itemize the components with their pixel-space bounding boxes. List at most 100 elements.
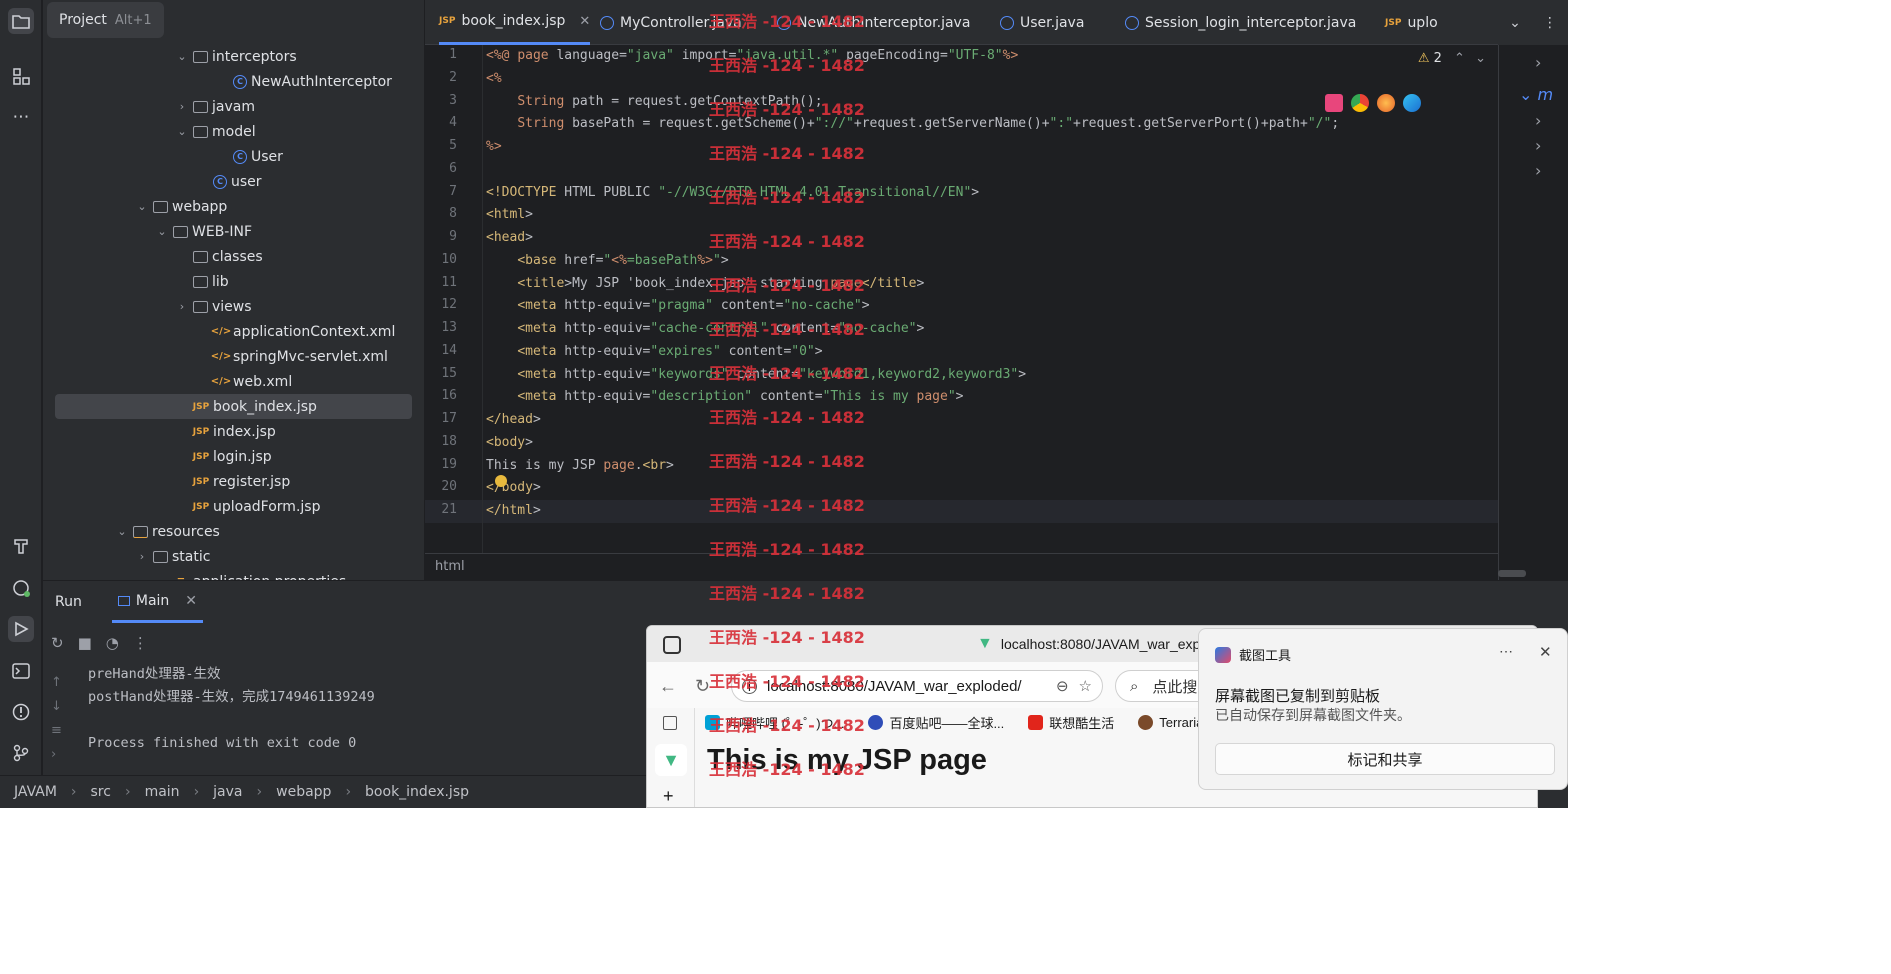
services-icon[interactable] [8,575,34,601]
next-highlight-icon[interactable]: ⌄ [1475,51,1486,66]
refresh-icon[interactable]: ↻ [695,676,710,697]
tab-actions-icon[interactable] [663,716,677,730]
run-icon[interactable] [8,616,34,642]
problems-icon[interactable] [8,699,34,725]
tree-item[interactable]: </> applicationContext.xml [43,319,424,344]
editor-tab[interactable]: JSP uplo [1385,0,1438,45]
project-header[interactable]: Project Alt+1 [47,2,164,38]
folder-icon [193,275,208,288]
chevron-down-icon[interactable]: ⌄ [135,200,149,213]
tree-item[interactable]: JSP index.jsp [43,419,424,444]
tree-item[interactable]: </> web.xml [43,369,424,394]
tree-item[interactable]: </> springMvc-servlet.xml [43,344,424,369]
tree-item[interactable]: › static [43,544,424,569]
bookmark-item[interactable]: 联想酷生活 [1028,713,1114,732]
breadcrumb-item[interactable]: java [213,784,242,800]
favorite-star-icon[interactable]: ☆ [1079,677,1092,695]
soft-wrap-icon[interactable]: ≡ [51,719,71,743]
scroll-down-icon[interactable]: ↓ [51,695,71,719]
chevron-down-icon[interactable]: ⌄ [175,50,189,63]
chevron-down-icon[interactable]: ⌄ [115,525,129,538]
breadcrumb-item[interactable]: book_index.jsp [365,784,469,800]
watermark-text: 王西浩 -124 - 1482 [709,188,865,207]
folder-icon [153,200,168,213]
tree-item[interactable]: ⌄ model [43,119,424,144]
close-icon[interactable]: ✕ [579,14,590,29]
chevron-right-icon[interactable]: › [175,100,189,113]
chevron-right-icon[interactable]: › [135,550,149,563]
tree-item[interactable]: C NewAuthInterceptor [43,69,424,94]
intellij-browser-icon[interactable] [1325,94,1343,112]
code-editor[interactable]: 1 2 3 4 5 6 7 8 9 10 11 12 13 14 15 16 17 18 19 20 21 <%@ pa… [425,45,1498,553]
chevron-right-icon[interactable]: › [175,300,189,313]
editor-tab[interactable]: Session_login_interceptor.java [1125,0,1356,45]
tab-main[interactable]: Main ✕ [111,581,204,623]
tree-item[interactable]: ⌄ interceptors [43,44,424,69]
project-folder-icon[interactable] [8,8,34,34]
chevron-down-icon[interactable]: ⌄ [175,125,189,138]
lightbulb-icon[interactable] [495,475,507,487]
inspection-widget[interactable]: ⚠ 2 ⌃ ⌄ [1418,51,1486,66]
chevron-right-icon[interactable]: › [1535,161,1541,180]
editor-structure-path[interactable]: html [425,553,1498,580]
maven-icon[interactable]: ⌄ m [1519,85,1553,104]
tree-item[interactable]: C User [43,144,424,169]
tree-item[interactable]: Cuser [43,169,424,194]
chrome-icon[interactable] [1351,94,1369,112]
close-icon[interactable]: ✕ [1539,643,1552,661]
tree-item[interactable]: classes [43,244,424,269]
breadcrumb-item[interactable]: JAVAM [14,784,57,800]
tree-item-label: uploadForm.jsp [213,498,321,515]
firefox-icon[interactable] [1377,94,1395,112]
chevron-down-icon[interactable]: ⌄ [1509,15,1521,31]
bookmark-item[interactable]: Terraria [1138,714,1203,730]
profiler-icon[interactable]: ◔ [106,634,119,652]
breadcrumb-item[interactable]: src [91,784,111,800]
tree-item[interactable]: JSP login.jsp [43,444,424,469]
tree-item[interactable]: ≡application.properties [43,569,424,581]
zoom-out-icon[interactable]: ⊖ [1056,677,1069,695]
prev-highlight-icon[interactable]: ⌃ [1454,51,1465,66]
browser-tab[interactable]: ▼ localhost:8080/JAVAM_war_explodec [977,635,1234,653]
chevron-right-icon[interactable]: › [51,743,71,767]
edge-icon[interactable] [1403,94,1421,112]
tree-item[interactable]: › views [43,294,424,319]
structure-icon[interactable] [8,63,34,89]
more-options-icon[interactable]: ⋯ [1499,643,1513,660]
breadcrumb-item[interactable]: main [145,784,180,800]
git-icon[interactable] [8,740,34,766]
tree-item[interactable]: JSP uploadForm.jsp [43,494,424,519]
editor-tab[interactable]: User.java [1000,0,1084,45]
vue-tab-icon[interactable]: ▼ [655,744,687,776]
chevron-right-icon[interactable]: › [1535,53,1541,72]
chevron-down-icon[interactable]: ⌄ [155,225,169,238]
tree-item[interactable]: ⌄ resources [43,519,424,544]
tree-item[interactable]: ⌄ webapp [43,194,424,219]
tree-item[interactable]: lib [43,269,424,294]
terminal-icon[interactable] [8,658,34,684]
rerun-icon[interactable]: ↻ [51,634,64,652]
close-icon[interactable]: ✕ [185,593,197,609]
chevron-right-icon[interactable]: › [1535,111,1541,130]
more-vertical-icon[interactable]: ⋮ [133,634,148,652]
workspaces-icon[interactable] [663,636,681,654]
chevron-right-icon[interactable]: › [1535,136,1541,155]
back-icon[interactable]: ← [659,676,677,697]
tree-item-label: interceptors [212,48,297,65]
breadcrumb-item[interactable]: webapp [276,784,331,800]
tree-item[interactable]: JSP book_index.jsp [55,394,412,419]
mark-and-share-button[interactable]: 标记和共享 [1215,743,1555,775]
more-vertical-icon[interactable]: ⋮ [1543,15,1557,31]
horizontal-scrollbar[interactable] [1498,570,1526,577]
tree-item[interactable]: › javam [43,94,424,119]
tree-item[interactable]: JSP register.jsp [43,469,424,494]
bookmark-item[interactable]: 百度贴吧——全球... [868,713,1004,732]
stop-icon[interactable]: ■ [78,634,92,652]
build-hammer-icon[interactable] [8,533,34,559]
console-output[interactable]: preHand处理器-生效 postHand处理器-生效，完成174946113… [88,663,375,755]
scroll-up-icon[interactable]: ↑ [51,671,71,695]
new-tab-icon[interactable]: + [663,786,674,807]
more-tools-icon[interactable]: ⋯ [8,104,34,130]
editor-tab[interactable]: JSP book_index.jsp ✕ [439,0,591,45]
tree-item[interactable]: ⌄ WEB-INF [43,219,424,244]
